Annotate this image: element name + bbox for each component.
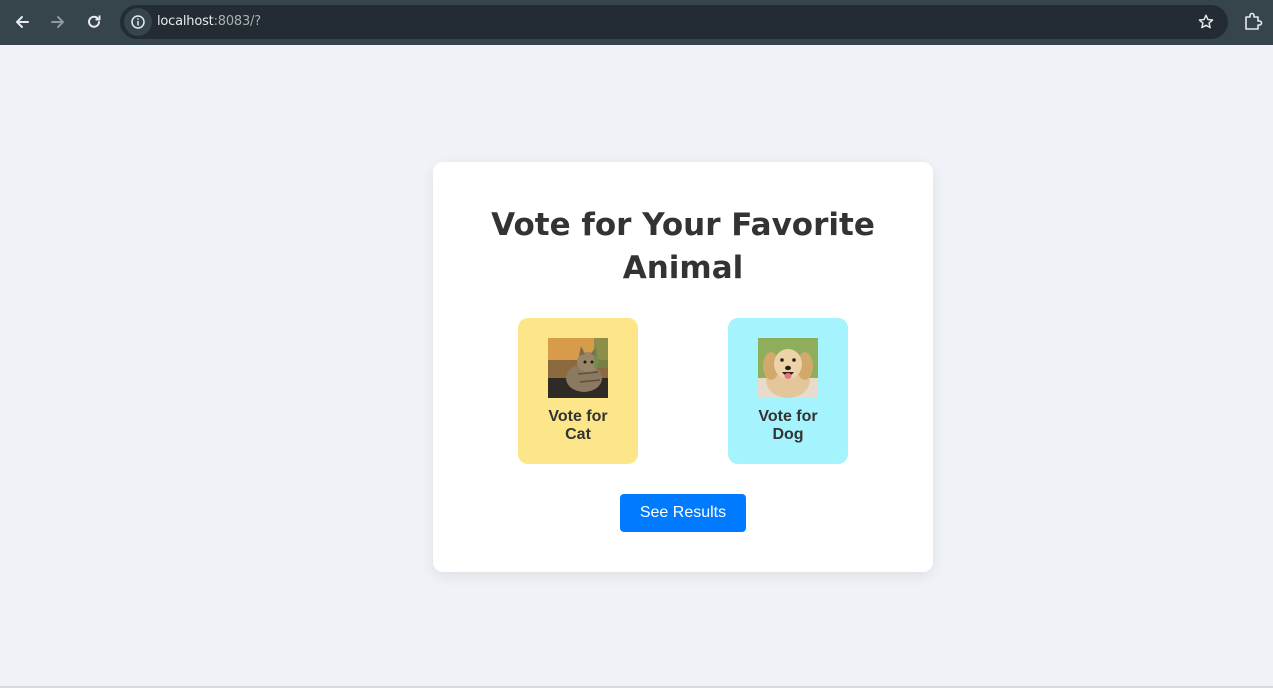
back-button[interactable]: [7, 7, 37, 37]
bookmark-button[interactable]: [1196, 12, 1216, 32]
vote-dog-button[interactable]: Vote for Dog: [728, 318, 848, 464]
vote-dog-label-line2: Dog: [772, 426, 804, 443]
vote-cat-label-line1: Vote for: [548, 408, 608, 425]
forward-button[interactable]: [43, 7, 73, 37]
vote-dog-label: Vote for Dog: [728, 408, 848, 444]
address-bar[interactable]: localhost:8083/?: [120, 5, 1228, 39]
vote-cat-label: Vote for Cat: [518, 408, 638, 444]
back-arrow-icon: [16, 16, 29, 28]
forward-arrow-icon: [51, 16, 64, 28]
site-info-button[interactable]: [124, 8, 152, 36]
dog-image: [758, 338, 818, 398]
vote-dog-label-line1: Vote for: [758, 408, 818, 425]
url-host: localhost: [157, 14, 214, 29]
vote-cat-label-line2: Cat: [565, 426, 591, 443]
star-icon: [1198, 14, 1214, 29]
reload-icon: [88, 15, 101, 28]
extensions-button[interactable]: [1242, 11, 1264, 33]
browser-toolbar: localhost:8083/?: [0, 0, 1273, 45]
vote-card: Vote for Your Favorite Animal Vote for C…: [433, 162, 933, 572]
vote-cat-button[interactable]: Vote for Cat: [518, 318, 638, 464]
cat-image: [548, 338, 608, 398]
page-title: Vote for Your Favorite Animal: [491, 207, 875, 286]
url-path: :8083/?: [213, 14, 262, 29]
url-text[interactable]: localhost:8083/?: [157, 14, 261, 29]
info-icon: [131, 15, 145, 29]
extensions-icon: [1245, 12, 1263, 30]
see-results-button[interactable]: See Results: [620, 494, 746, 532]
reload-button[interactable]: [79, 7, 109, 37]
